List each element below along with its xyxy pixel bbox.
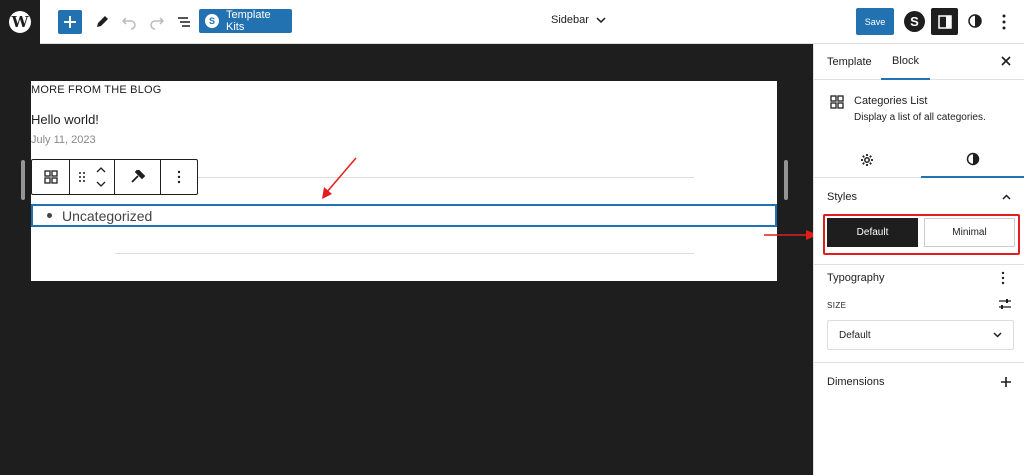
move-up-down-icon[interactable] — [96, 166, 106, 188]
hammer-icon — [130, 170, 145, 183]
separator-line — [115, 177, 694, 178]
category-item[interactable]: Uncategorized — [62, 208, 152, 224]
redo-button[interactable] — [145, 10, 169, 34]
contrast-icon — [966, 152, 980, 165]
categories-icon — [830, 95, 844, 109]
redo-icon — [150, 17, 165, 30]
styles-panel-label: Styles — [827, 191, 857, 203]
tab-settings[interactable] — [825, 141, 909, 178]
list-view-icon — [178, 17, 190, 27]
more-vertical-icon[interactable] — [1000, 271, 1006, 285]
pencil-icon — [97, 16, 108, 27]
sidebar-tabs: Template Block — [814, 44, 1024, 80]
wordpress-logo-icon: W — [9, 11, 31, 33]
contrast-icon — [968, 14, 982, 28]
edit-tool-button[interactable] — [90, 10, 114, 34]
block-options-button[interactable] — [161, 160, 197, 194]
chevron-down-icon — [993, 332, 1002, 338]
resize-handle-left[interactable] — [21, 160, 25, 200]
close-sidebar-button[interactable] — [1000, 55, 1012, 67]
settings-sidebar-toggle[interactable] — [931, 8, 958, 35]
typography-panel: Typography — [814, 268, 1024, 288]
sidebar-icon — [937, 14, 952, 29]
categories-icon — [43, 170, 58, 184]
blog-heading[interactable]: MORE FROM THE BLOG — [31, 84, 162, 96]
undo-icon — [121, 17, 136, 30]
block-card-title: Categories List — [854, 95, 928, 107]
save-button[interactable]: Save — [856, 8, 894, 35]
block-type-button[interactable] — [32, 160, 70, 194]
font-size-label: SIZE — [827, 301, 847, 310]
block-toolbar — [31, 159, 198, 195]
editor-canvas: MORE FROM THE BLOG Hello world! July 11,… — [0, 44, 813, 475]
chevron-up-icon — [1002, 194, 1011, 200]
template-kits-button[interactable]: S Template Kits — [199, 9, 292, 33]
editor-header: W S Template Kits Sidebar Save S — [0, 0, 1024, 44]
resize-handle-right[interactable] — [784, 160, 788, 200]
options-menu-button[interactable] — [998, 12, 1010, 32]
document-overview-button[interactable] — [172, 10, 196, 34]
undo-button[interactable] — [117, 10, 141, 34]
move-controls — [70, 160, 115, 194]
post-title[interactable]: Hello world! — [31, 112, 99, 127]
more-vertical-icon — [1002, 14, 1006, 30]
wordpress-logo-button[interactable]: W — [0, 0, 40, 44]
inspector-tabs — [814, 141, 1024, 178]
starter-templates-icon: S — [205, 14, 219, 28]
font-size-value: Default — [839, 329, 871, 341]
close-icon — [1001, 56, 1011, 66]
template-kits-label: Template Kits — [226, 9, 271, 33]
drag-handle-icon[interactable] — [78, 171, 86, 183]
styles-button[interactable] — [966, 12, 984, 30]
add-block-button[interactable] — [58, 10, 82, 34]
dimensions-panel-label: Dimensions — [827, 376, 885, 388]
font-size-select[interactable]: Default — [827, 320, 1014, 350]
template-preview-frame: MORE FROM THE BLOG Hello world! July 11,… — [31, 81, 777, 281]
plus-icon[interactable] — [1000, 376, 1012, 388]
tab-styles[interactable] — [921, 141, 1024, 178]
more-vertical-icon — [177, 170, 181, 184]
custom-size-icon[interactable] — [998, 298, 1012, 310]
dimensions-panel[interactable]: Dimensions — [814, 372, 1024, 392]
style-default-button[interactable]: Default — [827, 218, 918, 247]
panel-divider — [814, 362, 1024, 363]
styles-panel-toggle[interactable]: Styles — [814, 187, 1024, 207]
gear-icon — [861, 153, 873, 166]
tab-block[interactable]: Block — [881, 44, 930, 80]
block-card-description: Display a list of all categories. — [854, 112, 986, 123]
transform-button[interactable] — [115, 160, 161, 194]
panel-divider — [814, 264, 1024, 265]
style-minimal-button[interactable]: Minimal — [924, 218, 1015, 247]
document-title-dropdown[interactable]: Sidebar — [551, 14, 606, 26]
settings-sidebar: Template Block Categories List Display a… — [813, 44, 1024, 475]
post-date[interactable]: July 11, 2023 — [31, 134, 96, 146]
spectra-icon[interactable]: S — [904, 11, 925, 32]
typography-panel-label: Typography — [827, 272, 885, 284]
block-card: Categories List Display a list of all ca… — [814, 81, 1024, 136]
chevron-down-icon — [596, 17, 606, 23]
list-bullet — [47, 213, 52, 218]
plus-icon — [64, 16, 76, 28]
tab-template[interactable]: Template — [827, 44, 872, 80]
document-title: Sidebar — [551, 14, 589, 26]
separator-line — [115, 253, 694, 254]
categories-list-block[interactable]: Uncategorized — [31, 204, 777, 227]
